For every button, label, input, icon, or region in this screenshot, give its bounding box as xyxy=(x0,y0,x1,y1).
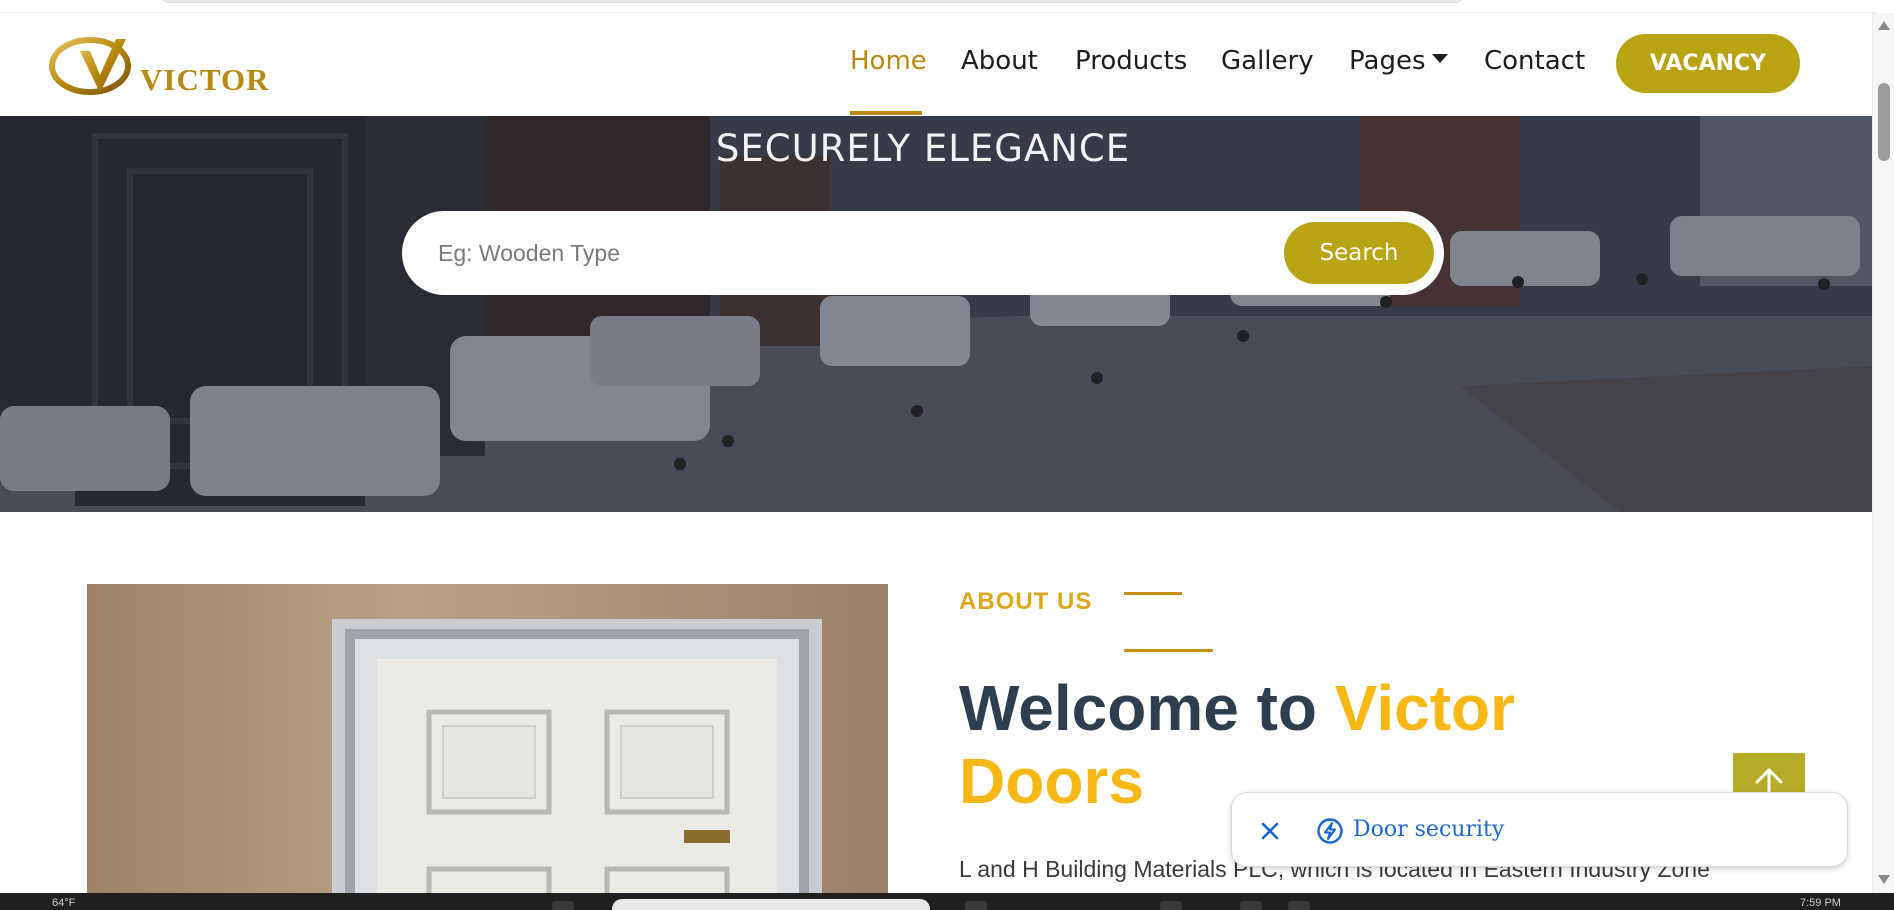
search-button[interactable]: Search xyxy=(1284,222,1434,284)
taskbar-app-icon[interactable] xyxy=(1288,901,1310,910)
os-taskbar: 64°F 7:59 PM xyxy=(0,893,1894,910)
heading-welcome-text: Welcome to xyxy=(959,672,1335,744)
browser-chrome xyxy=(0,0,1876,13)
vacancy-button[interactable]: VACANCY xyxy=(1616,34,1800,93)
hero-title: SECURELY ELEGANCE xyxy=(715,127,1131,170)
address-bar-edge xyxy=(160,0,1465,3)
site-navbar: VICTOR Home About Products Gallery Pages… xyxy=(0,13,1872,116)
clock-text: 7:59 PM xyxy=(1800,897,1841,909)
about-divider-bottom xyxy=(1124,649,1213,652)
nav-pages-dropdown[interactable]: Pages xyxy=(1349,46,1448,76)
taskbar-app-icon[interactable] xyxy=(1160,901,1182,910)
page-scrollbar[interactable] xyxy=(1872,13,1894,893)
active-nav-indicator xyxy=(850,111,922,115)
scroll-down-arrow-icon[interactable] xyxy=(1878,875,1890,884)
scrollbar-thumb[interactable] xyxy=(1878,83,1890,161)
heading-victor-text: Victor xyxy=(1334,672,1515,744)
nav-products[interactable]: Products xyxy=(1075,46,1187,76)
caret-down-icon xyxy=(1431,54,1448,63)
nav-home[interactable]: Home xyxy=(850,46,927,76)
nav-gallery[interactable]: Gallery xyxy=(1221,46,1314,76)
search-bar: Search xyxy=(402,211,1444,295)
about-us-label: ABOUT US xyxy=(959,588,1093,615)
suggestion-label: Door security xyxy=(1353,817,1505,842)
hero-banner: SECURELY ELEGANCE Search xyxy=(0,116,1872,512)
bolt-icon xyxy=(1317,818,1343,844)
about-divider-top xyxy=(1124,592,1182,595)
door-photo xyxy=(87,584,888,894)
nav-about[interactable]: About xyxy=(961,46,1038,76)
logo-text: VICTOR xyxy=(140,62,270,97)
hero-background-image xyxy=(0,116,1872,512)
search-suggestion-chip[interactable]: Door security xyxy=(1231,792,1848,867)
search-input[interactable] xyxy=(438,229,1238,277)
scroll-up-arrow-icon[interactable] xyxy=(1878,21,1890,30)
weather-text: 64°F xyxy=(52,897,76,909)
nav-pages-label: Pages xyxy=(1349,46,1426,76)
taskbar-app-icon[interactable] xyxy=(552,901,574,910)
about-door-image xyxy=(87,584,888,894)
taskbar-app-icon[interactable] xyxy=(1240,901,1262,910)
victor-logo-mark-icon xyxy=(49,37,131,95)
nav-contact[interactable]: Contact xyxy=(1484,46,1585,76)
heading-doors-text: Doors xyxy=(959,745,1144,817)
taskbar-app-icon[interactable] xyxy=(965,901,987,910)
victor-logo[interactable]: VICTOR xyxy=(48,31,273,101)
taskbar-search[interactable] xyxy=(612,899,930,910)
close-icon[interactable] xyxy=(1258,819,1282,843)
